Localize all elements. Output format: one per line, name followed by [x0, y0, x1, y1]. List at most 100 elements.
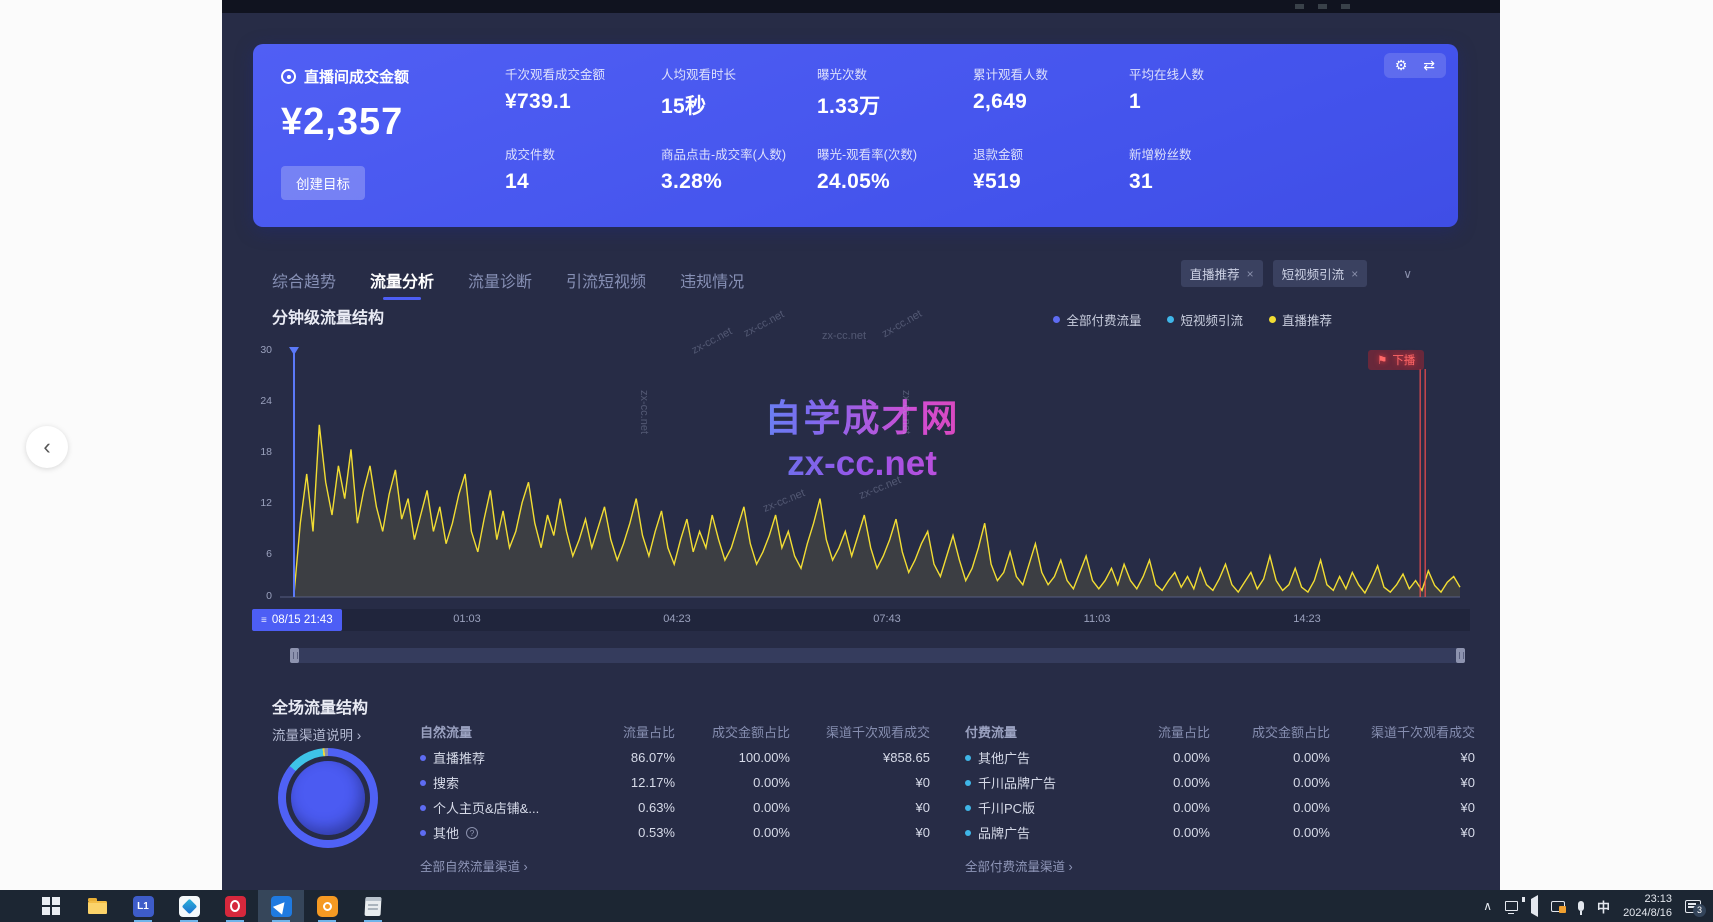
table-row[interactable]: 直播推荐 86.07% 100.00% ¥858.65 — [420, 745, 930, 770]
traffic-line-chart-svg — [274, 345, 1468, 603]
titlebar-controls[interactable] — [1295, 4, 1350, 9]
table-row[interactable]: 千川品牌广告 0.00% 0.00% ¥0 — [965, 770, 1475, 795]
taskbar-app-teal[interactable] — [166, 890, 212, 922]
gmv-main-value: ¥2,357 — [281, 101, 409, 144]
taskbar-app-opera[interactable] — [212, 890, 258, 922]
l1-app-icon: L1 — [133, 896, 154, 917]
table-header: 付费流量 流量占比 成交金额占比 渠道千次观看成交 — [965, 717, 1475, 745]
channel-explain-link[interactable]: 流量渠道说明 › — [272, 724, 361, 744]
legend-paid-traffic[interactable]: 全部付费流量 — [1053, 310, 1141, 329]
x-axis-tick: 04:23 — [647, 613, 707, 625]
target-icon — [281, 69, 296, 84]
settings-gear-icon[interactable]: ⚙ — [1395, 57, 1408, 74]
x-axis-tick: 11:03 — [1067, 613, 1127, 625]
metric-cell: 平均在线人数1 — [1129, 64, 1285, 120]
microphone-icon[interactable] — [1578, 901, 1584, 911]
teal-app-icon — [179, 896, 200, 917]
window-titlebar — [222, 0, 1500, 13]
windows-logo-icon — [42, 897, 60, 915]
x-axis-tick: 01:03 — [437, 613, 497, 625]
create-goal-button[interactable]: 创建目标 — [281, 166, 365, 200]
y-axis-tick: 0 — [252, 590, 272, 602]
natural-traffic-table: 自然流量 流量占比 成交金额占比 渠道千次观看成交 直播推荐 86.07% 10… — [420, 717, 930, 845]
opera-browser-icon — [225, 896, 246, 917]
table-row[interactable]: 搜索 12.17% 0.00% ¥0 — [420, 770, 930, 795]
tab-overall-trend[interactable]: 综合趋势 — [272, 268, 336, 306]
taskbar-app-orange[interactable] — [304, 890, 350, 922]
y-axis-tick: 18 — [252, 446, 272, 458]
taskbar-app-active[interactable] — [258, 890, 304, 922]
kpi-summary-card: 直播间成交金额 ¥2,357 创建目标 千次观看成交金额¥739.1 人均观看时… — [253, 44, 1458, 227]
metric-cell: 新增粉丝数31 — [1129, 144, 1285, 194]
kpi-card-title: 直播间成交金额 — [304, 66, 409, 87]
metric-cell: 曝光次数1.33万 — [817, 64, 973, 120]
notepad-icon — [365, 897, 382, 916]
watermark-small: zx-cc.net — [880, 308, 924, 340]
notification-badge: 3 — [1693, 904, 1706, 917]
tab-traffic-analysis[interactable]: 流量分析 — [370, 268, 434, 306]
remove-tag-icon[interactable]: × — [1351, 267, 1358, 281]
network-icon[interactable] — [1505, 901, 1518, 911]
x-axis-strip: ≡ 08/15 21:43 01:03 04:23 07:43 11:03 14… — [252, 609, 1470, 631]
taskbar-app-l1[interactable]: L1 — [120, 890, 166, 922]
system-tray: ∧ 中 23:13 2024/8/16 3 — [1483, 892, 1713, 921]
table-row[interactable]: 品牌广告 0.00% 0.00% ¥0 — [965, 820, 1475, 845]
ime-indicator[interactable]: 中 — [1597, 897, 1610, 916]
slider-handle-left[interactable] — [290, 648, 299, 663]
chevron-down-icon[interactable]: ∨ — [1403, 267, 1412, 281]
notification-center-icon[interactable]: 3 — [1685, 900, 1701, 913]
orange-app-icon — [317, 896, 338, 917]
metric-cell: 千次观看成交金额¥739.1 — [505, 64, 661, 120]
series-dot — [420, 830, 426, 836]
traffic-donut-chart[interactable] — [278, 748, 378, 848]
table-row[interactable]: 其他? 0.53% 0.00% ¥0 — [420, 820, 930, 845]
y-axis-tick: 24 — [252, 395, 272, 407]
start-button[interactable] — [28, 890, 74, 922]
app-window: 直播间成交金额 ¥2,357 创建目标 千次观看成交金额¥739.1 人均观看时… — [222, 0, 1500, 890]
file-explorer-button[interactable] — [74, 890, 120, 922]
remove-tag-icon[interactable]: × — [1247, 267, 1254, 281]
taskbar-clock[interactable]: 23:13 2024/8/16 — [1623, 892, 1672, 921]
series-dot — [420, 780, 426, 786]
y-axis-tick: 30 — [252, 344, 272, 356]
series-dot — [420, 755, 426, 761]
legend-dot — [1269, 316, 1276, 323]
table-row[interactable]: 个人主页&店铺&... 0.63% 0.00% ¥0 — [420, 795, 930, 820]
chart-range-slider[interactable] — [290, 648, 1465, 663]
viewer-back-button[interactable]: ‹ — [26, 426, 68, 468]
legend-short-video[interactable]: 短视频引流 — [1167, 310, 1243, 329]
analysis-tabs: 综合趋势 流量分析 流量诊断 引流短视频 违规情况 — [272, 268, 744, 306]
info-icon[interactable]: ? — [466, 827, 478, 839]
y-axis-tick: 6 — [252, 548, 272, 560]
screenshot-tool-icon[interactable] — [1551, 901, 1565, 912]
metric-cell: 人均观看时长15秒 — [661, 64, 817, 120]
watermark-small: zx-cc.net — [742, 308, 786, 339]
filter-tag-live-recommend[interactable]: 直播推荐 × — [1181, 260, 1263, 287]
tab-short-video[interactable]: 引流短视频 — [566, 268, 646, 306]
slider-handle-right[interactable] — [1456, 648, 1465, 663]
taskbar-app-notepad[interactable] — [350, 890, 396, 922]
metric-cell: 累计观看人数2,649 — [973, 64, 1129, 120]
clock-date: 2024/8/16 — [1623, 906, 1672, 920]
tab-violations[interactable]: 违规情况 — [680, 268, 744, 306]
minute-traffic-chart[interactable]: 30 24 18 12 6 0 ⚑ 下播 ≡ 08/15 21:43 01:03… — [252, 345, 1470, 633]
tab-traffic-diagnosis[interactable]: 流量诊断 — [468, 268, 532, 306]
table-row[interactable]: 千川PC版 0.00% 0.00% ¥0 — [965, 795, 1475, 820]
screen: ‹ 直播间成交金额 ¥2,357 创建目标 千次观看成交金额¥739.1 人均观… — [0, 0, 1713, 922]
table-row[interactable]: 其他广告 0.00% 0.00% ¥0 — [965, 745, 1475, 770]
metric-cell: 成交件数14 — [505, 144, 661, 194]
speaker-icon[interactable] — [1531, 899, 1538, 913]
series-dot — [965, 805, 971, 811]
legend-dot — [1167, 316, 1174, 323]
tray-chevron-up-icon[interactable]: ∧ — [1483, 899, 1492, 913]
filter-tag-short-video[interactable]: 短视频引流 × — [1273, 260, 1368, 287]
minute-traffic-title: 分钟级流量结构 — [272, 304, 384, 328]
all-paid-channels-link[interactable]: 全部付费流量渠道 › — [965, 856, 1073, 875]
all-natural-channels-link[interactable]: 全部自然流量渠道 › — [420, 856, 528, 875]
swap-view-icon[interactable]: ⇄ — [1423, 57, 1435, 74]
start-time-badge[interactable]: ≡ 08/15 21:43 — [252, 609, 342, 631]
session-traffic-title: 全场流量结构 — [272, 694, 368, 718]
kpi-metrics-grid: 千次观看成交金额¥739.1 人均观看时长15秒 曝光次数1.33万 累计观看人… — [505, 64, 1285, 194]
legend-live-recommend[interactable]: 直播推荐 — [1269, 310, 1332, 329]
arrow-app-icon — [271, 896, 292, 917]
